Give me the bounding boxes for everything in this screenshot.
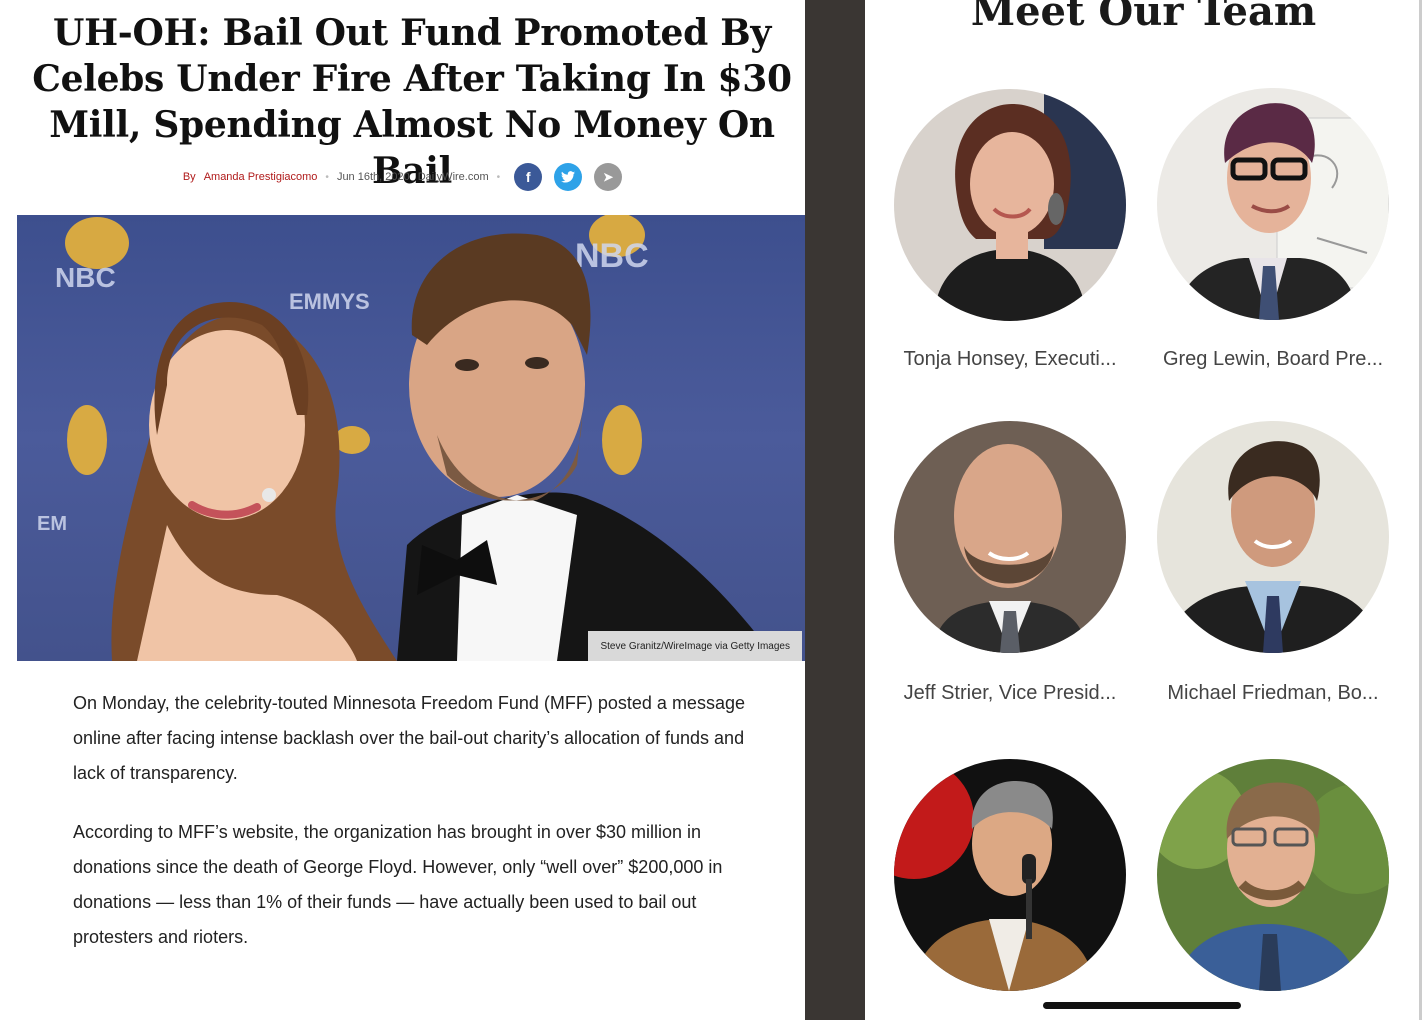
team-member-name: Greg Lewin, Board Pre... [1162,348,1384,370]
team-page-title: Meet Our Team [970,0,1317,35]
article-hero-photo: NBC NBC EMMYS EM Steve Granitz/WireImage… [17,215,805,661]
photo-caption: Steve Granitz/WireImage via Getty Images [588,631,802,661]
byline: By Amanda Prestigiacomo • Jun 16th, 2020… [0,162,805,192]
portrait-image [1157,88,1389,320]
separator-dot: • [325,171,329,183]
by-label: By [182,171,196,183]
home-indicator-bar[interactable] [1043,1002,1241,1009]
team-member-photo[interactable] [1157,421,1389,653]
portrait-image [894,89,1126,321]
share-buttons: f ➤ [514,163,623,191]
telegram-icon: ➤ [603,170,614,184]
team-member-photo[interactable] [1157,759,1389,991]
telegram-share-button[interactable]: ➤ [594,163,623,191]
team-member-photo[interactable] [894,421,1126,653]
facebook-share-button[interactable]: f [514,163,543,191]
team-page-panel: Meet Our Team Tonja Honsey, Executi... G… [865,0,1422,1020]
hero-photo-illustration: NBC NBC EMMYS EM [37,215,777,661]
portrait-image [1157,759,1389,991]
team-member-photo[interactable] [894,759,1126,991]
twitter-icon [561,171,576,183]
article-paragraph: On Monday, the celebrity-touted Minnesot… [73,693,745,783]
team-member-name: Tonja Honsey, Executi... [903,348,1117,370]
svg-text:NBC: NBC [55,262,116,293]
portrait-image [894,421,1126,653]
portrait-image [1157,421,1389,653]
svg-text:EM: EM [37,513,67,535]
article-paragraph: According to MFF’s website, the organiza… [73,822,723,947]
team-member-photo[interactable] [1157,88,1389,320]
separator-dot: • [496,171,501,183]
portrait-image [894,759,1126,991]
team-member-name: Jeff Strier, Vice Presid... [903,682,1117,704]
article-panel: UH-OH: Bail Out Fund Promoted By Celebs … [0,0,805,1020]
twitter-share-button[interactable] [554,163,583,191]
svg-text:EMMYS: EMMYS [289,289,370,314]
team-member-name: Michael Friedman, Bo... [1167,682,1379,704]
author-link[interactable]: Amanda Prestigiacomo [204,171,318,183]
facebook-icon: f [525,169,531,185]
publish-date: Jun 16th, 2020 [336,171,410,183]
source-link[interactable]: DailyWire.com [418,171,489,183]
svg-text:NBC: NBC [575,237,649,275]
team-member-photo[interactable] [894,89,1126,321]
article-body: On Monday, the celebrity-touted Minnesot… [73,686,763,979]
screenshot-divider [805,0,865,1020]
